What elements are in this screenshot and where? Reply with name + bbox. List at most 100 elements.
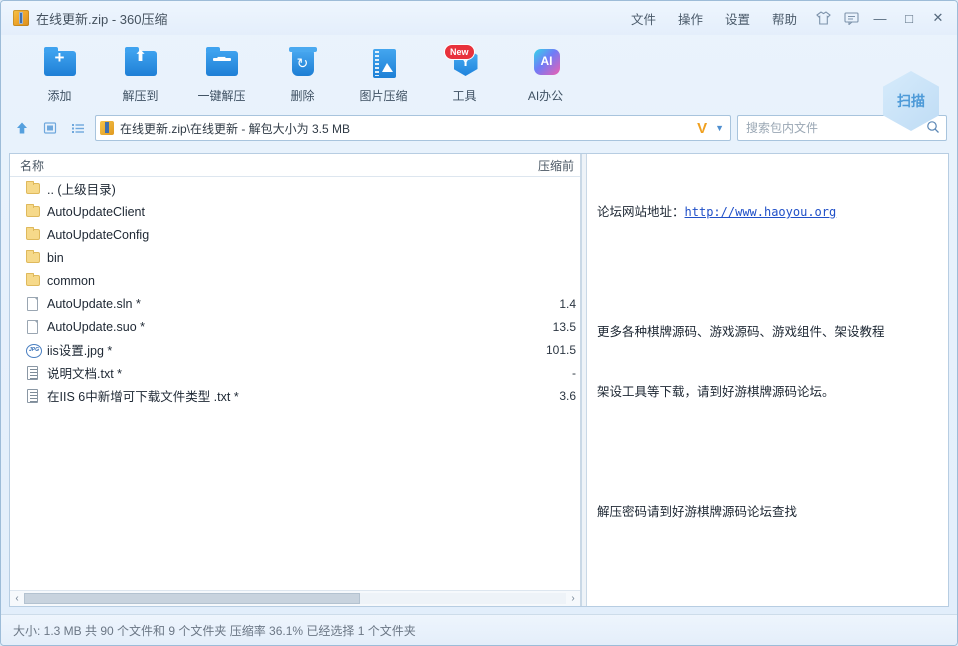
image-compress-icon xyxy=(366,45,402,81)
file-name-text: common xyxy=(47,274,95,288)
menu-file[interactable]: 文件 xyxy=(620,4,667,33)
file-size-cell: 13.5 xyxy=(496,320,580,334)
folder-icon xyxy=(26,250,41,266)
preview-line-3: 架设工具等下载，请到好游棋牌源码论坛。 xyxy=(597,382,938,402)
image-compress-button-label: 图片压缩 xyxy=(359,87,407,104)
preview-blank-1 xyxy=(597,262,938,282)
ai-office-icon xyxy=(528,45,564,81)
file-name-cell: common xyxy=(10,273,496,289)
table-row[interactable]: AutoUpdateClient xyxy=(10,200,580,223)
address-input[interactable]: 在线更新.zip\在线更新 - 解包大小为 3.5 MB V ▼ xyxy=(95,115,731,141)
maximize-button[interactable]: □ xyxy=(896,6,922,30)
ai-office-button[interactable]: AI办公 xyxy=(505,39,586,104)
file-name-cell: 在IIS 6中新增可下载文件类型 .txt * xyxy=(10,386,496,405)
table-row[interactable]: AutoUpdateConfig xyxy=(10,223,580,246)
file-name-cell: AutoUpdate.suo * xyxy=(10,319,496,335)
window-title: 在线更新.zip - 360压缩 xyxy=(36,9,167,28)
main-toolbar: + 添加 ⬆ 解压到 – 一键解压 删除 图片压缩 xyxy=(1,35,957,113)
extract-to-button[interactable]: ⬆ 解压到 xyxy=(100,39,181,104)
table-row[interactable]: iis设置.jpg * 101.5 xyxy=(10,338,580,361)
scroll-left-arrow-icon[interactable]: ‹ xyxy=(10,593,24,604)
text-file-icon xyxy=(26,365,41,381)
ai-office-button-label: AI办公 xyxy=(528,87,563,104)
file-size-cell: 101.5 xyxy=(496,343,580,357)
title-bar: 在线更新.zip - 360压缩 文件 操作 设置 帮助 — □ ✕ xyxy=(1,1,957,35)
folder-icon xyxy=(26,273,41,289)
address-path-text: 在线更新.zip\在线更新 - 解包大小为 3.5 MB xyxy=(120,120,350,137)
view-thumbnail-icon[interactable] xyxy=(39,117,61,139)
menu-action[interactable]: 操作 xyxy=(667,4,714,33)
table-row[interactable]: common xyxy=(10,269,580,292)
menu-help[interactable]: 帮助 xyxy=(761,4,808,33)
app-window: 在线更新.zip - 360压缩 文件 操作 设置 帮助 — □ ✕ + 添加 xyxy=(0,0,958,646)
status-text: 大小: 1.3 MB 共 90 个文件和 9 个文件夹 压缩率 36.1% 已经… xyxy=(13,622,416,639)
scrollbar-thumb[interactable] xyxy=(24,593,360,604)
preview-pane: 论坛网站地址：http://www.haoyou.org 更多各种棋牌源码、游戏… xyxy=(587,154,948,606)
close-button[interactable]: ✕ xyxy=(925,6,951,30)
preview-line-4: 解压密码请到好游棋牌源码论坛查找 xyxy=(597,502,938,522)
skin-shirt-icon[interactable] xyxy=(810,6,836,30)
preview-blank-2 xyxy=(597,442,938,462)
scan-button[interactable]: 扫描 xyxy=(883,71,939,131)
table-row[interactable]: AutoUpdate.suo * 13.5 xyxy=(10,315,580,338)
table-row[interactable]: 说明文档.txt * - xyxy=(10,361,580,384)
minimize-button[interactable]: — xyxy=(867,6,893,30)
file-name-text: AutoUpdate.sln * xyxy=(47,297,141,311)
column-size-before[interactable]: 压缩前 xyxy=(494,157,580,174)
file-name-cell: AutoUpdate.sln * xyxy=(10,296,496,312)
horizontal-scrollbar[interactable]: ‹ › xyxy=(10,590,580,606)
one-click-extract-button-label: 一键解压 xyxy=(197,87,245,104)
file-name-text: AutoUpdateConfig xyxy=(47,228,149,242)
chevron-down-icon[interactable]: ▼ xyxy=(715,123,726,133)
file-name-text: .. (上级目录) xyxy=(47,179,116,198)
view-list-icon[interactable] xyxy=(67,117,89,139)
file-icon xyxy=(26,296,41,312)
file-icon xyxy=(26,319,41,335)
delete-button[interactable]: 删除 xyxy=(262,39,343,104)
add-button[interactable]: + 添加 xyxy=(19,39,100,104)
tools-hexagon-icon: New xyxy=(447,45,483,81)
delete-button-label: 删除 xyxy=(290,87,314,104)
file-name-cell: AutoUpdateConfig xyxy=(10,227,496,243)
file-name-text: bin xyxy=(47,251,64,265)
feedback-icon[interactable] xyxy=(838,6,864,30)
v-badge-icon[interactable]: V xyxy=(697,120,709,137)
file-name-text: 在IIS 6中新增可下载文件类型 .txt * xyxy=(47,386,239,405)
file-name-text: AutoUpdate.suo * xyxy=(47,320,145,334)
table-row[interactable]: bin xyxy=(10,246,580,269)
file-name-cell: bin xyxy=(10,250,496,266)
file-size-cell: - xyxy=(496,366,580,380)
preview-line-2: 更多各种棋牌源码、游戏源码、游戏组件、架设教程 xyxy=(597,322,938,342)
up-directory-icon[interactable] xyxy=(11,117,33,139)
table-row[interactable]: .. (上级目录) xyxy=(10,177,580,200)
folder-icon xyxy=(26,227,41,243)
file-name-text: iis设置.jpg * xyxy=(47,340,112,359)
table-row[interactable]: AutoUpdate.sln * 1.4 xyxy=(10,292,580,315)
tools-button[interactable]: New 工具 xyxy=(424,39,505,104)
scrollbar-track[interactable] xyxy=(24,593,566,604)
image-compress-button[interactable]: 图片压缩 xyxy=(343,39,424,104)
file-name-cell: 说明文档.txt * xyxy=(10,363,496,382)
extract-to-icon: ⬆ xyxy=(123,45,159,81)
file-size-cell: 3.6 xyxy=(496,389,580,403)
extract-to-button-label: 解压到 xyxy=(122,87,158,104)
column-name[interactable]: 名称 xyxy=(10,157,494,174)
title-right-group: 文件 操作 设置 帮助 — □ ✕ xyxy=(620,1,951,35)
forum-url-link[interactable]: http://www.haoyou.org xyxy=(685,205,837,219)
file-list-pane: 名称 压缩前 .. (上级目录) AutoUpdateClient xyxy=(10,154,581,606)
one-click-extract-button[interactable]: – 一键解压 xyxy=(181,39,262,104)
file-name-cell: .. (上级目录) xyxy=(10,179,496,198)
file-name-text: 说明文档.txt * xyxy=(47,363,122,382)
file-list-rows: .. (上级目录) AutoUpdateClient AutoUpdateCon… xyxy=(10,177,580,590)
menu-settings[interactable]: 设置 xyxy=(714,4,761,33)
scroll-right-arrow-icon[interactable]: › xyxy=(566,593,580,604)
table-row[interactable]: 在IIS 6中新增可下载文件类型 .txt * 3.6 xyxy=(10,384,580,407)
tools-button-label: 工具 xyxy=(452,87,476,104)
main-content: 名称 压缩前 .. (上级目录) AutoUpdateClient xyxy=(9,153,949,607)
new-badge: New xyxy=(444,44,475,60)
file-name-cell: AutoUpdateClient xyxy=(10,204,496,220)
status-bar: 大小: 1.3 MB 共 90 个文件和 9 个文件夹 压缩率 36.1% 已经… xyxy=(1,614,957,645)
file-size-cell: 1.4 xyxy=(496,297,580,311)
zip-archive-icon xyxy=(100,121,114,135)
scan-button-label: 扫描 xyxy=(883,91,939,111)
